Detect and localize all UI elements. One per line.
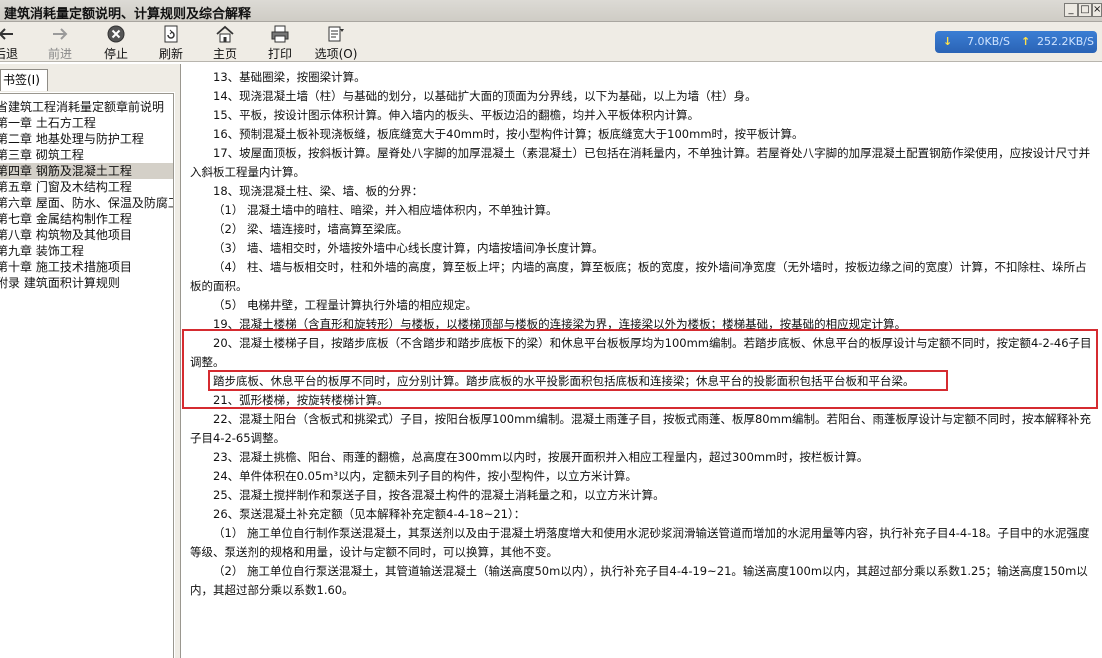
back-label: 后退 bbox=[0, 47, 18, 61]
print-label: 打印 bbox=[267, 47, 292, 61]
paragraph: 14、现浇混凝土墙（柱）与基础的划分，以基础扩大面的顶面为分界线，以下为基础，以… bbox=[213, 89, 757, 103]
stop-button[interactable]: 停止 bbox=[92, 24, 140, 61]
paragraph: （5） 电梯井壁，工程量计算执行外墙的相应规定。 bbox=[213, 298, 477, 312]
sidebar-item-ch2[interactable]: 第二章 地基处理与防护工程 bbox=[0, 131, 173, 147]
sidebar-item-ch8[interactable]: 第八章 构筑物及其他项目 bbox=[0, 227, 173, 243]
sidebar-item-ch3[interactable]: 第三章 砌筑工程 bbox=[0, 147, 173, 163]
paragraph: 23、混凝土挑檐、阳台、雨蓬的翻檐，总高度在300mm以内时，按展开面积并入相应… bbox=[213, 450, 869, 464]
sidebar-item-appendix[interactable]: 附录 建筑面积计算规则 bbox=[0, 275, 173, 291]
document-view[interactable]: 13、基础圈梁，按圈梁计算。 14、现浇混凝土墙（柱）与基础的划分，以基础扩大面… bbox=[180, 64, 1102, 658]
paragraph: （1） 混凝土墙中的暗柱、暗梁，并入相应墙体积内，不单独计算。 bbox=[213, 203, 558, 217]
paragraph: 17、坡屋面顶板，按斜板计算。屋脊处八字脚的加厚混凝土（素混凝土）已包括在消耗量… bbox=[190, 146, 1091, 179]
paragraph: 15、平板，按设计图示体积计算。伸入墙内的板头、平板边沿的翻檐，均并入平板体积内… bbox=[213, 108, 700, 122]
paragraph-highlighted-key: 踏步底板、休息平台的板厚不同时，应分别计算。踏步底板的水平投影面积包括底板和连接… bbox=[213, 374, 915, 388]
paragraph: 19、混凝土楼梯（含直形和旋转形）与楼板，以楼梯顶部与楼板的连接梁为界，连接梁以… bbox=[213, 317, 907, 331]
paragraph: 22、混凝土阳台（含板式和挑梁式）子目，按阳台板厚100mm编制。混凝土雨蓬子目… bbox=[190, 412, 1092, 445]
upload-speed: 252.2KB/S bbox=[1037, 35, 1094, 48]
sidebar-item-ch4[interactable]: 第四章 钢筋及混凝土工程 bbox=[0, 163, 173, 179]
window-title: 建筑消耗量定额说明、计算规则及综合解释 bbox=[4, 7, 252, 22]
paragraph: 13、基础圈梁，按圈梁计算。 bbox=[213, 70, 366, 84]
minimize-button[interactable]: _ bbox=[1064, 3, 1078, 17]
back-arrow-icon bbox=[0, 28, 13, 40]
home-button[interactable]: 主页 bbox=[201, 24, 249, 61]
forward-button[interactable]: 前进 bbox=[36, 24, 84, 61]
title-bar: 建筑消耗量定额说明、计算规则及综合解释 _ □ × bbox=[0, 0, 1102, 22]
options-icon bbox=[328, 26, 344, 42]
refresh-button[interactable]: 刷新 bbox=[147, 24, 195, 61]
sidebar-item-preface[interactable]: 省建筑工程消耗量定额章前说明 bbox=[0, 99, 173, 115]
sidebar-item-ch1[interactable]: 第一章 土石方工程 bbox=[0, 115, 173, 131]
forward-arrow-icon bbox=[53, 28, 68, 40]
home-icon bbox=[216, 25, 234, 43]
toolbar: 后退 前进 停止 刷新 主页 打印 选项(O) ↓ 7.0KB/S ↑ 252.… bbox=[0, 22, 1102, 62]
back-button[interactable]: 后退 bbox=[0, 24, 30, 61]
forward-label: 前进 bbox=[47, 47, 72, 61]
stop-label: 停止 bbox=[103, 47, 128, 61]
sidebar-item-ch10[interactable]: 第十章 施工技术措施项目 bbox=[0, 259, 173, 275]
paragraph: 21、弧形楼梯，按旋转楼梯计算。 bbox=[213, 393, 389, 407]
paragraph: （1） 施工单位自行制作泵送混凝土，其泵送剂以及由于混凝土坍落度增大和使用水泥砂… bbox=[190, 526, 1090, 559]
paragraph: 25、混凝土搅拌制作和泵送子目，按各混凝土构件的混凝土消耗量之和，以立方米计算。 bbox=[213, 488, 665, 502]
tab-bookmarks[interactable]: 书签(I) bbox=[0, 69, 48, 91]
print-button[interactable]: 打印 bbox=[256, 24, 304, 61]
refresh-icon bbox=[164, 25, 178, 43]
paragraph: 24、单件体积在0.05m³以内，定额未列子目的构件，按小型构件，以立方米计算。 bbox=[213, 469, 638, 483]
maximize-button[interactable]: □ bbox=[1078, 3, 1092, 17]
stop-icon bbox=[107, 25, 125, 43]
printer-icon bbox=[271, 25, 289, 43]
paragraph: 26、泵送混凝土补充定额（见本解释补充定额4-4-18~21）： bbox=[213, 507, 526, 521]
paragraph: （2） 梁、墙连接时，墙高算至梁底。 bbox=[213, 222, 408, 236]
sidebar-item-ch5[interactable]: 第五章 门窗及木结构工程 bbox=[0, 179, 173, 195]
download-arrow-icon: ↓ bbox=[943, 35, 953, 48]
close-button[interactable]: × bbox=[1092, 3, 1102, 17]
sidebar-tabbar: 书签(I) bbox=[0, 64, 175, 92]
paragraph: 16、预制混凝土板补现浇板缝，板底缝宽大于40mm时，按小型构件计算；板底缝宽大… bbox=[213, 127, 804, 141]
network-speed-widget: ↓ 7.0KB/S ↑ 252.2KB/S bbox=[935, 31, 1097, 53]
download-speed: 7.0KB/S bbox=[967, 35, 1010, 48]
paragraph: 18、现浇混凝土柱、梁、墙、板的分界： bbox=[213, 184, 424, 198]
sidebar-item-ch6[interactable]: 第六章 屋面、防水、保温及防腐工程 bbox=[0, 195, 173, 211]
paragraph: （3） 墙、墙相交时，外墙按外墙中心线长度计算，内墙按墙间净长度计算。 bbox=[213, 241, 604, 255]
options-label: 选项(O) bbox=[314, 47, 358, 61]
options-button[interactable]: 选项(O) bbox=[310, 24, 362, 61]
refresh-label: 刷新 bbox=[158, 47, 183, 61]
paragraph: （4） 柱、墙与板相交时，柱和外墙的高度，算至板上坪；内墙的高度，算至板底；板的… bbox=[190, 260, 1087, 293]
paragraph-highlighted: 20、混凝土楼梯子目，按踏步底板（不含踏步和踏步底板下的梁）和休息平台板板厚均为… bbox=[190, 336, 1092, 369]
upload-arrow-icon: ↑ bbox=[1021, 35, 1031, 48]
sidebar-item-ch9[interactable]: 第九章 装饰工程 bbox=[0, 243, 173, 259]
sidebar-item-ch7[interactable]: 第七章 金属结构制作工程 bbox=[0, 211, 173, 227]
paragraph: （2） 施工单位自行泵送混凝土，其管道输送混凝土（输送高度50m以内），执行补充… bbox=[190, 564, 1088, 597]
home-label: 主页 bbox=[212, 47, 237, 61]
bookmark-tree[interactable]: 省建筑工程消耗量定额章前说明 第一章 土石方工程 第二章 地基处理与防护工程 第… bbox=[0, 93, 174, 658]
